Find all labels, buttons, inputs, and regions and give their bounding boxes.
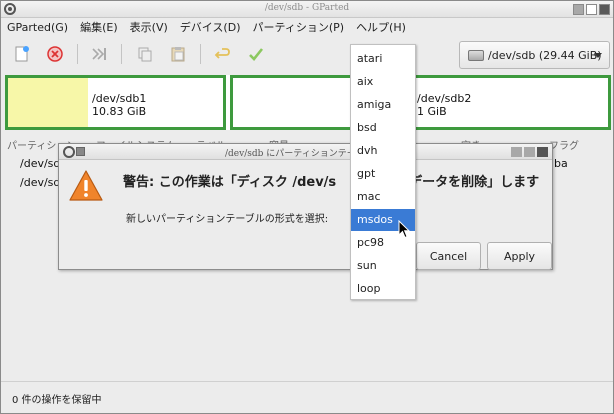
apply-icon[interactable]: [245, 43, 267, 65]
dialog-heading-start: 警告: この作業は「ディスク /dev/s: [123, 175, 337, 190]
option-mac[interactable]: mac: [351, 186, 415, 208]
partition-name: /dev/sdb2: [417, 92, 472, 105]
undo-icon[interactable]: [212, 43, 234, 65]
close-button[interactable]: [599, 4, 610, 15]
partition-sdb2-block[interactable]: /dev/sdb2 1 GiB: [230, 75, 611, 130]
menu-partition[interactable]: パーティション(P): [247, 19, 351, 35]
partition-size: 1 GiB: [417, 105, 447, 118]
used-space-bar: [8, 78, 88, 127]
partition-name: /dev/sdb1: [92, 92, 147, 105]
dialog-close-button[interactable]: [537, 147, 548, 157]
create-partition-table-dialog: /dev/sdb にパーティションテーブ 警告: この作業は「ディスク /dev…: [58, 143, 553, 270]
toolbar-separator: [121, 44, 122, 64]
option-amiga[interactable]: amiga: [351, 94, 415, 116]
table-row[interactable]: /dev/sd: [20, 176, 60, 189]
option-gpt[interactable]: gpt: [351, 163, 415, 185]
menu-view[interactable]: 表示(V): [124, 19, 174, 35]
window-menu-icon: [76, 147, 85, 156]
app-icon: [63, 146, 75, 158]
statusbar: 0 件の操作を保留中: [1, 381, 613, 413]
menu-help[interactable]: ヘルプ(H): [350, 19, 412, 35]
table-cell-flags: ba: [554, 157, 568, 170]
option-loop[interactable]: loop: [351, 278, 415, 300]
pending-operations-status: 0 件の操作を保留中: [12, 395, 102, 406]
apply-button[interactable]: Apply: [487, 242, 552, 270]
dialog-message: 新しいパーティションテーブルの形式を選択:: [126, 214, 329, 225]
dialog-heading-end: データを削除」します: [409, 175, 540, 190]
mouse-pointer-icon: [398, 220, 410, 239]
menu-edit[interactable]: 編集(E): [74, 19, 124, 35]
chevron-down-icon: [594, 53, 602, 58]
toolbar-separator: [200, 44, 201, 64]
option-dvh[interactable]: dvh: [351, 140, 415, 162]
option-aix[interactable]: aix: [351, 71, 415, 93]
toolbar-separator: [77, 44, 78, 64]
menu-gparted[interactable]: GParted(G): [1, 21, 74, 34]
new-partition-icon[interactable]: [11, 43, 33, 65]
partition-table-type-list: atari aix amiga bsd dvh gpt mac msdos pc…: [350, 44, 416, 300]
hard-disk-icon: [468, 49, 484, 61]
copy-icon[interactable]: [134, 43, 156, 65]
dialog-titlebar[interactable]: /dev/sdb にパーティションテーブ: [59, 144, 552, 160]
menu-device[interactable]: デバイス(D): [174, 19, 247, 35]
partition-sdb1-block[interactable]: /dev/sdb1 10.83 GiB: [5, 75, 226, 130]
dialog-maximize-button[interactable]: [524, 147, 535, 157]
option-atari[interactable]: atari: [351, 48, 415, 70]
resize-move-icon[interactable]: [88, 43, 110, 65]
option-bsd[interactable]: bsd: [351, 117, 415, 139]
disk-map: /dev/sdb1 10.83 GiB /dev/sdb2 1 GiB: [5, 75, 611, 130]
paste-icon[interactable]: [167, 43, 189, 65]
window-titlebar[interactable]: /dev/sdb - GParted: [1, 1, 613, 18]
partition-size: 10.83 GiB: [92, 105, 147, 118]
dialog-minimize-button[interactable]: [511, 147, 522, 157]
device-selector[interactable]: /dev/sdb (29.44 GiB): [459, 41, 610, 69]
menubar: GParted(G) 編集(E) 表示(V) デバイス(D) パーティション(P…: [1, 18, 613, 36]
device-selector-label: /dev/sdb (29.44 GiB): [488, 48, 602, 62]
maximize-button[interactable]: [586, 4, 597, 15]
dialog-heading: 警告: この作業は「ディスク /dev/s データを削除」します: [123, 171, 539, 190]
window-title: /dev/sdb - GParted: [264, 3, 350, 13]
warning-icon: [69, 170, 103, 201]
option-sun[interactable]: sun: [351, 255, 415, 277]
delete-icon[interactable]: [44, 43, 66, 65]
cancel-button[interactable]: Cancel: [416, 242, 481, 270]
minimize-button[interactable]: [573, 4, 584, 15]
column-header-flags[interactable]: フラグ: [549, 137, 579, 152]
table-row[interactable]: /dev/sd: [20, 157, 60, 170]
dialog-title: /dev/sdb にパーティションテーブ: [225, 149, 365, 159]
